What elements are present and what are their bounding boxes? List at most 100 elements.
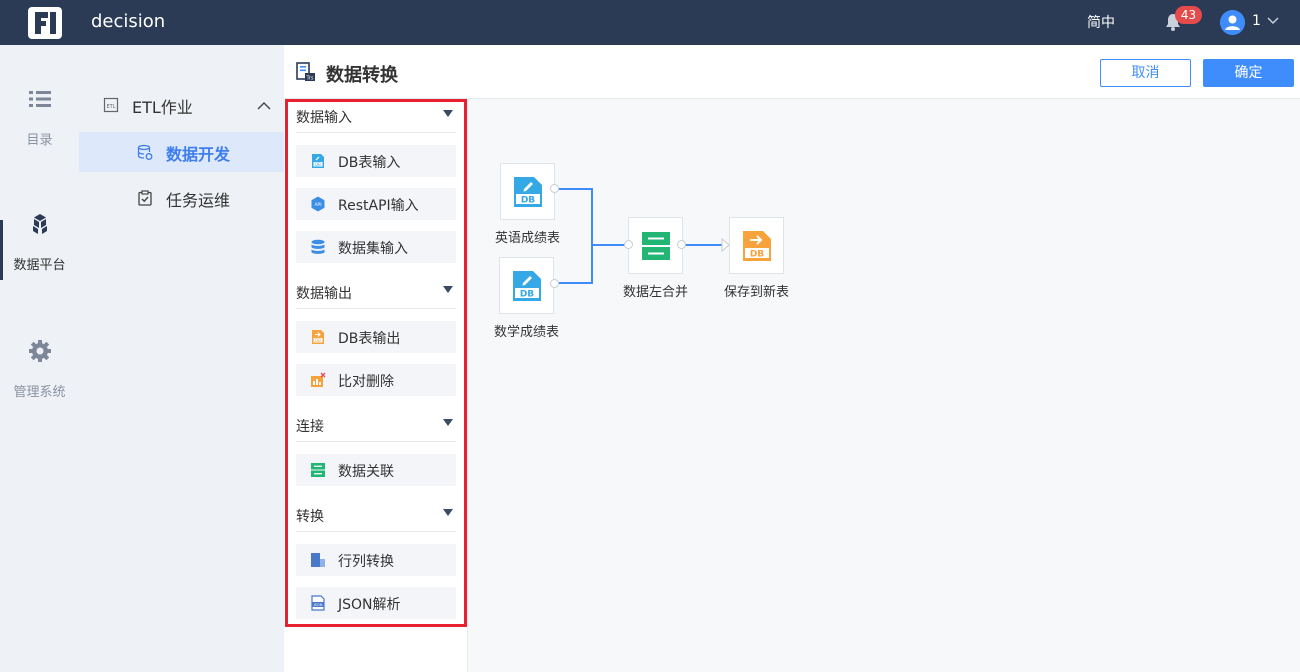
caret-down-icon[interactable]	[443, 509, 453, 516]
flow-node-label: 英语成绩表	[495, 231, 561, 246]
nav-group-etl[interactable]: ETL ETL作业	[79, 85, 284, 125]
connector-english-to-join	[559, 188, 628, 246]
svg-text:DB: DB	[520, 290, 534, 300]
nav-item-label: 数据开发	[166, 145, 231, 164]
svg-text:ETL: ETL	[107, 104, 116, 110]
component-label: DB表输入	[338, 155, 401, 171]
flow-node-english[interactable]: DB	[500, 163, 555, 220]
component-json-parse[interactable]: JSON JSON解析	[296, 587, 456, 619]
section-title: 数据输出	[296, 286, 352, 302]
component-label: 数据集输入	[338, 241, 408, 257]
user-name[interactable]: 1	[1252, 13, 1261, 29]
section-data-input[interactable]: 数据输入	[296, 99, 456, 133]
data-join-icon	[311, 463, 325, 477]
component-dataset-input[interactable]: 数据集输入	[296, 231, 456, 263]
output-port[interactable]	[550, 279, 559, 288]
db-output-icon: DB	[743, 231, 771, 261]
component-label: 数据关联	[338, 464, 394, 480]
db-input-icon: DB	[514, 177, 542, 207]
app-name: decision	[91, 11, 166, 32]
flow-node-left-join[interactable]	[628, 217, 683, 274]
db-input-icon: DB	[312, 154, 324, 168]
nav-item-data-dev[interactable]: 数据开发	[79, 132, 284, 172]
user-avatar-icon[interactable]	[1220, 10, 1245, 35]
input-port[interactable]	[624, 240, 633, 249]
rail-item-admin[interactable]: 管理系统	[0, 339, 79, 400]
section-title: 连接	[296, 419, 324, 435]
caret-down-icon[interactable]	[443, 110, 453, 117]
db-output-icon: DB	[312, 330, 324, 344]
section-title: 数据输入	[296, 110, 352, 126]
rail-item-label: 管理系统	[13, 385, 66, 400]
notification-badge: 43	[1175, 6, 1202, 24]
svg-text:JSON: JSON	[313, 603, 323, 607]
etl-file-icon: ETL	[103, 97, 119, 113]
output-port[interactable]	[550, 184, 559, 193]
db-input-icon: DB	[513, 271, 541, 301]
component-db-input[interactable]: DB DB表输入	[296, 145, 456, 177]
connector-math-to-join	[559, 245, 593, 284]
nav-column: ETL ETL作业 数据开发 任务运维	[79, 45, 284, 672]
arrow-head	[721, 237, 730, 253]
chevron-down-icon[interactable]	[1266, 14, 1280, 28]
component-panel: 数据输入 DB DB表输入 API RestAPI输入 数据集输入 数据输出 D…	[284, 99, 468, 672]
component-label: 行列转换	[338, 554, 394, 570]
left-rail: 目录 数据平台 管理系统	[0, 45, 79, 672]
caret-down-icon[interactable]	[443, 286, 453, 293]
api-icon: API	[311, 196, 325, 212]
component-db-output[interactable]: DB DB表输出	[296, 321, 456, 353]
svg-text:API: API	[314, 202, 321, 208]
flow-node-save-table[interactable]: DB	[729, 217, 784, 274]
caret-down-icon[interactable]	[443, 419, 453, 426]
nav-item-task-ops[interactable]: 任务运维	[79, 178, 284, 218]
component-restapi-input[interactable]: API RestAPI输入	[296, 188, 456, 220]
cancel-button[interactable]: 取消	[1100, 59, 1191, 87]
rail-item-label: 数据平台	[13, 258, 66, 273]
section-join[interactable]: 连接	[296, 408, 456, 442]
top-bar: decision 简中 43 1	[0, 0, 1300, 45]
section-title: 转换	[296, 509, 324, 525]
nav-group-label: ETL作业	[132, 98, 193, 117]
component-label: DB表输出	[338, 331, 401, 347]
json-icon: JSON	[311, 595, 325, 611]
component-compare-delete[interactable]: 比对删除	[296, 364, 456, 396]
chevron-up-icon[interactable]	[257, 99, 271, 113]
data-transform-icon: Trs	[296, 62, 315, 82]
component-label: JSON解析	[338, 597, 401, 613]
flow-node-label: 保存到新表	[724, 285, 790, 300]
cubes-icon	[32, 214, 47, 234]
svg-text:Trs: Trs	[306, 76, 314, 82]
component-row-col-transform[interactable]: 行列转换	[296, 544, 456, 576]
nav-item-label: 任务运维	[166, 191, 231, 210]
language-switch[interactable]: 简中	[1087, 12, 1115, 32]
section-transform[interactable]: 转换	[296, 498, 456, 532]
app-logo[interactable]	[28, 7, 62, 39]
page-title: 数据转换	[326, 65, 398, 86]
list-icon	[28, 91, 51, 107]
flow-node-label: 数学成绩表	[494, 325, 560, 340]
svg-text:DB: DB	[521, 196, 535, 206]
gear-icon	[28, 340, 51, 362]
component-label: RestAPI输入	[338, 198, 419, 214]
section-data-output[interactable]: 数据输出	[296, 275, 456, 309]
compare-delete-icon	[311, 372, 326, 387]
component-data-join[interactable]: 数据关联	[296, 454, 456, 486]
confirm-button[interactable]: 确定	[1203, 59, 1294, 87]
rail-item-catalog[interactable]: 目录	[0, 87, 79, 148]
row-col-transform-icon	[311, 553, 325, 567]
dataset-icon	[311, 239, 325, 254]
flow-node-math[interactable]: DB	[499, 257, 554, 314]
data-join-icon	[642, 232, 670, 260]
component-label: 比对删除	[338, 374, 394, 390]
flow-connectors	[559, 188, 730, 284]
output-port[interactable]	[677, 240, 686, 249]
svg-text:DB: DB	[750, 250, 764, 260]
flow-canvas[interactable]: DB 英语成绩表 DB 数学成绩表 数据左合并 DB 保存到新表	[468, 99, 1300, 672]
rail-item-label: 目录	[26, 133, 53, 148]
rail-item-data-platform[interactable]: 数据平台	[0, 212, 79, 273]
clipboard-check-icon	[138, 190, 152, 206]
database-icon	[137, 144, 153, 160]
svg-text:DB: DB	[315, 162, 321, 167]
flow-node-label: 数据左合并	[623, 285, 689, 300]
svg-text:DB: DB	[315, 338, 321, 343]
